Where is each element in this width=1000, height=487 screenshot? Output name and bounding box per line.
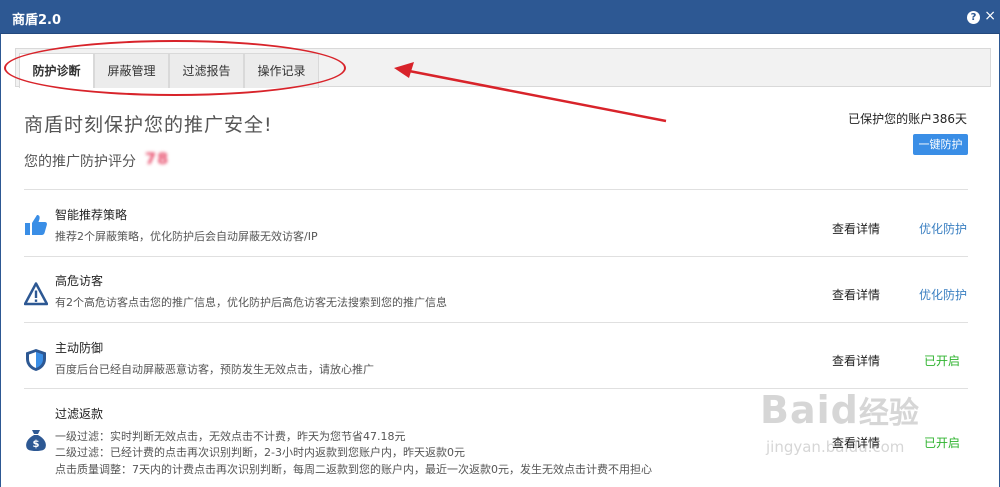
score-label: 您的推广防护评分: [24, 154, 136, 170]
view-details-link[interactable]: 查看详情: [832, 352, 880, 369]
item-desc: 推荐2个屏蔽策略，优化防护后会自动屏蔽无效访客/IP: [55, 230, 318, 243]
score-value: 78: [145, 149, 170, 168]
thumbs-up-icon: [25, 215, 47, 235]
view-details-link[interactable]: 查看详情: [832, 220, 880, 237]
protected-days-text: 已保护您的账户386天: [848, 112, 967, 126]
item-desc: 一级过滤：实时判断无效点击，无效点击不计费，昨天为您节省47.18元: [55, 430, 406, 443]
item-title: 智能推荐策略: [55, 208, 128, 222]
item-desc: 点击质量调整：7天内的计费点击再次识别判断，每周二返款到您的账户内，最近一次返款…: [55, 463, 652, 476]
enabled-status: 已开启: [924, 354, 961, 368]
money-bag-icon: $: [26, 430, 46, 451]
window-border: [0, 34, 1, 487]
enabled-status: 已开启: [924, 436, 961, 450]
item-desc: 有2个高危访客点击您的推广信息，优化防护后高危访客无法搜索到您的推广信息: [55, 296, 447, 309]
window-title: 商盾2.0: [12, 13, 62, 28]
title-bar: 商盾2.0 ? ×: [0, 0, 1000, 34]
divider: [24, 256, 968, 257]
baidu-watermark: Baid经验 jingyan.baidu.com: [760, 388, 919, 456]
svg-text:$: $: [33, 439, 40, 450]
shield-icon: [26, 349, 46, 371]
view-details-link[interactable]: 查看详情: [832, 286, 880, 303]
item-title: 高危访客: [55, 274, 104, 288]
item-desc: 二级过滤：已经计费的点击再次识别判断，2-3小时内返款到您账户内，昨天返款0元: [55, 446, 465, 459]
help-icon[interactable]: ?: [967, 11, 980, 24]
optimize-protection-link[interactable]: 优化防护: [919, 286, 967, 303]
watermark-text: Baid: [760, 388, 859, 432]
watermark-text: 经验: [858, 396, 919, 431]
divider: [24, 322, 968, 323]
optimize-protection-link[interactable]: 优化防护: [919, 220, 967, 237]
item-title: 主动防御: [55, 341, 104, 355]
annotation-oval: [4, 40, 346, 96]
divider: [24, 189, 968, 190]
page-headline: 商盾时刻保护您的推广安全!: [24, 114, 273, 136]
item-title: 过滤返款: [55, 407, 104, 421]
view-details-link[interactable]: 查看详情: [832, 434, 880, 451]
warning-icon: [24, 282, 48, 306]
item-desc: 百度后台已经自动屏蔽恶意访客，预防发生无效点击，请放心推广: [55, 363, 374, 376]
close-icon[interactable]: ×: [984, 8, 996, 24]
annotation-arrow: [394, 62, 667, 123]
one-click-protect-button[interactable]: 一键防护: [913, 134, 968, 155]
